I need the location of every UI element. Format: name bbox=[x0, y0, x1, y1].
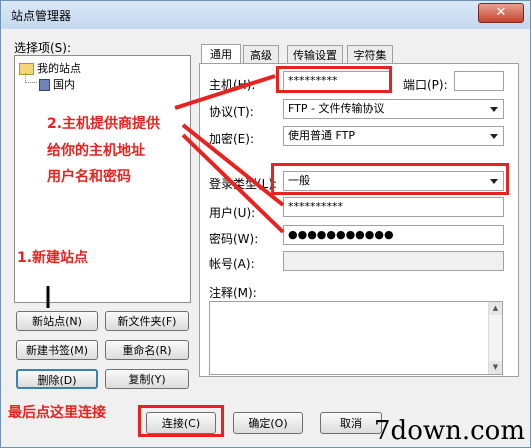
protocol-value: FTP - 文件传输协议 bbox=[288, 102, 385, 115]
server-icon bbox=[39, 79, 50, 91]
account-input[interactable] bbox=[283, 251, 504, 271]
logon-highlight-box bbox=[271, 163, 509, 195]
comment-scrollbar[interactable]: ▲ ▼ bbox=[488, 302, 502, 374]
port-label: 端口(P): bbox=[403, 78, 448, 92]
window-title: 站点管理器 bbox=[11, 9, 72, 23]
encryption-select[interactable]: 使用普通 FTP bbox=[283, 126, 504, 146]
logon-type-label: 登录类型(L): bbox=[209, 177, 278, 191]
annotation-step1: 1.新建站点 bbox=[17, 250, 89, 266]
host-highlight-box bbox=[276, 66, 392, 93]
port-input[interactable] bbox=[454, 71, 504, 91]
password-label: 密码(W): bbox=[209, 232, 259, 246]
annotation-step2-line3: 用户名和密码 bbox=[47, 169, 131, 185]
new-folder-button[interactable]: 新文件夹(F) bbox=[105, 311, 189, 331]
tree-root-label: 我的站点 bbox=[37, 62, 81, 75]
tree-child-label: 国内 bbox=[53, 78, 75, 91]
new-bookmark-button[interactable]: 新建书签(M) bbox=[16, 340, 98, 360]
chevron-down-icon bbox=[490, 134, 498, 139]
host-label: 主机(H): bbox=[209, 78, 256, 92]
tab-general[interactable]: 通用 bbox=[201, 44, 241, 64]
encrypt-value: 使用普通 FTP bbox=[288, 129, 355, 142]
close-button[interactable]: ✕ bbox=[478, 3, 524, 23]
connect-highlight-box bbox=[138, 405, 224, 437]
encrypt-label: 加密(E): bbox=[209, 132, 254, 146]
chevron-down-icon bbox=[490, 107, 498, 112]
cancel-button[interactable]: 取消 bbox=[320, 412, 382, 434]
scroll-up-icon[interactable]: ▲ bbox=[489, 302, 502, 315]
tab-transfer[interactable]: 传输设置 bbox=[287, 45, 343, 64]
tree-line bbox=[25, 82, 37, 84]
comment-label: 注释(M): bbox=[209, 286, 257, 300]
rename-button[interactable]: 重命名(R) bbox=[105, 340, 189, 360]
comment-textarea[interactable] bbox=[209, 301, 503, 375]
tab-advanced[interactable]: 高级 bbox=[243, 45, 279, 64]
user-input[interactable]: ********** bbox=[283, 197, 504, 217]
tree-item-my-sites[interactable]: 我的站点 bbox=[19, 60, 81, 76]
scroll-down-icon[interactable]: ▼ bbox=[489, 361, 502, 374]
watermark: 7down.com bbox=[374, 416, 525, 446]
site-manager-window: 站点管理器 ✕ 选择项(S): 我的站点 国内 新站点(N) 新文件夹(F) 新… bbox=[0, 0, 531, 448]
password-input[interactable]: ●●●●●●●●●●● bbox=[283, 225, 504, 245]
new-site-button[interactable]: 新站点(N) bbox=[16, 311, 98, 331]
select-entry-label: 选择项(S): bbox=[14, 41, 72, 55]
protocol-label: 协议(T): bbox=[209, 105, 254, 119]
annotation-step2-line1: 2.主机提供商提供 bbox=[47, 116, 161, 132]
ok-button[interactable]: 确定(O) bbox=[233, 412, 303, 434]
annotation-step3: 最后点这里连接 bbox=[8, 405, 106, 421]
title-bar: 站点管理器 ✕ bbox=[1, 1, 530, 29]
delete-button[interactable]: 删除(D) bbox=[16, 369, 98, 389]
user-label: 用户(U): bbox=[209, 206, 256, 220]
protocol-select[interactable]: FTP - 文件传输协议 bbox=[283, 99, 504, 119]
account-label: 帐号(A): bbox=[209, 257, 255, 271]
annotation-step2-line2: 给你的主机地址 bbox=[47, 143, 145, 159]
copy-button[interactable]: 复制(Y) bbox=[105, 369, 189, 389]
tab-charset[interactable]: 字符集 bbox=[347, 45, 393, 64]
tree-item-domestic[interactable]: 国内 bbox=[39, 76, 75, 92]
